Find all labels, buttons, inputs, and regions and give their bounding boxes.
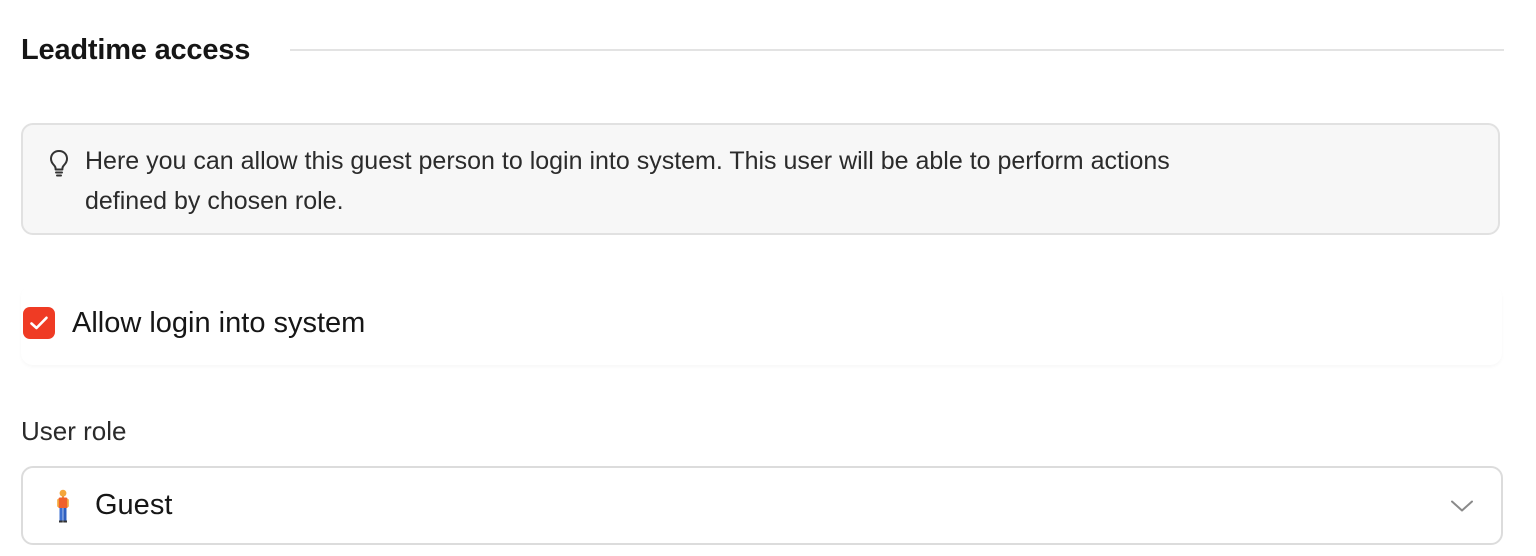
info-text: Here you can allow this guest person to … bbox=[85, 141, 1170, 221]
info-text-line1: Here you can allow this guest person to … bbox=[85, 147, 1170, 175]
section-divider bbox=[290, 49, 1504, 51]
info-text-line2: defined by chosen role. bbox=[85, 187, 344, 215]
lightbulb-icon bbox=[50, 150, 68, 177]
allow-login-checkbox[interactable] bbox=[23, 307, 55, 339]
user-role-select[interactable]: Guest bbox=[21, 466, 1503, 545]
section-title: Leadtime access bbox=[21, 33, 251, 66]
allow-login-row[interactable]: Allow login into system bbox=[21, 285, 1502, 365]
leadtime-access-panel: Leadtime access Here you can allow this … bbox=[0, 0, 1536, 556]
user-role-label: User role bbox=[21, 416, 127, 446]
checkmark-icon bbox=[30, 316, 48, 330]
chevron-down-icon[interactable] bbox=[1449, 498, 1475, 514]
section-header: Leadtime access bbox=[21, 28, 1504, 72]
user-role-value: Guest bbox=[95, 489, 173, 521]
info-callout: Here you can allow this guest person to … bbox=[21, 123, 1500, 235]
allow-login-label[interactable]: Allow login into system bbox=[72, 307, 365, 340]
person-standing-icon bbox=[57, 489, 69, 522]
